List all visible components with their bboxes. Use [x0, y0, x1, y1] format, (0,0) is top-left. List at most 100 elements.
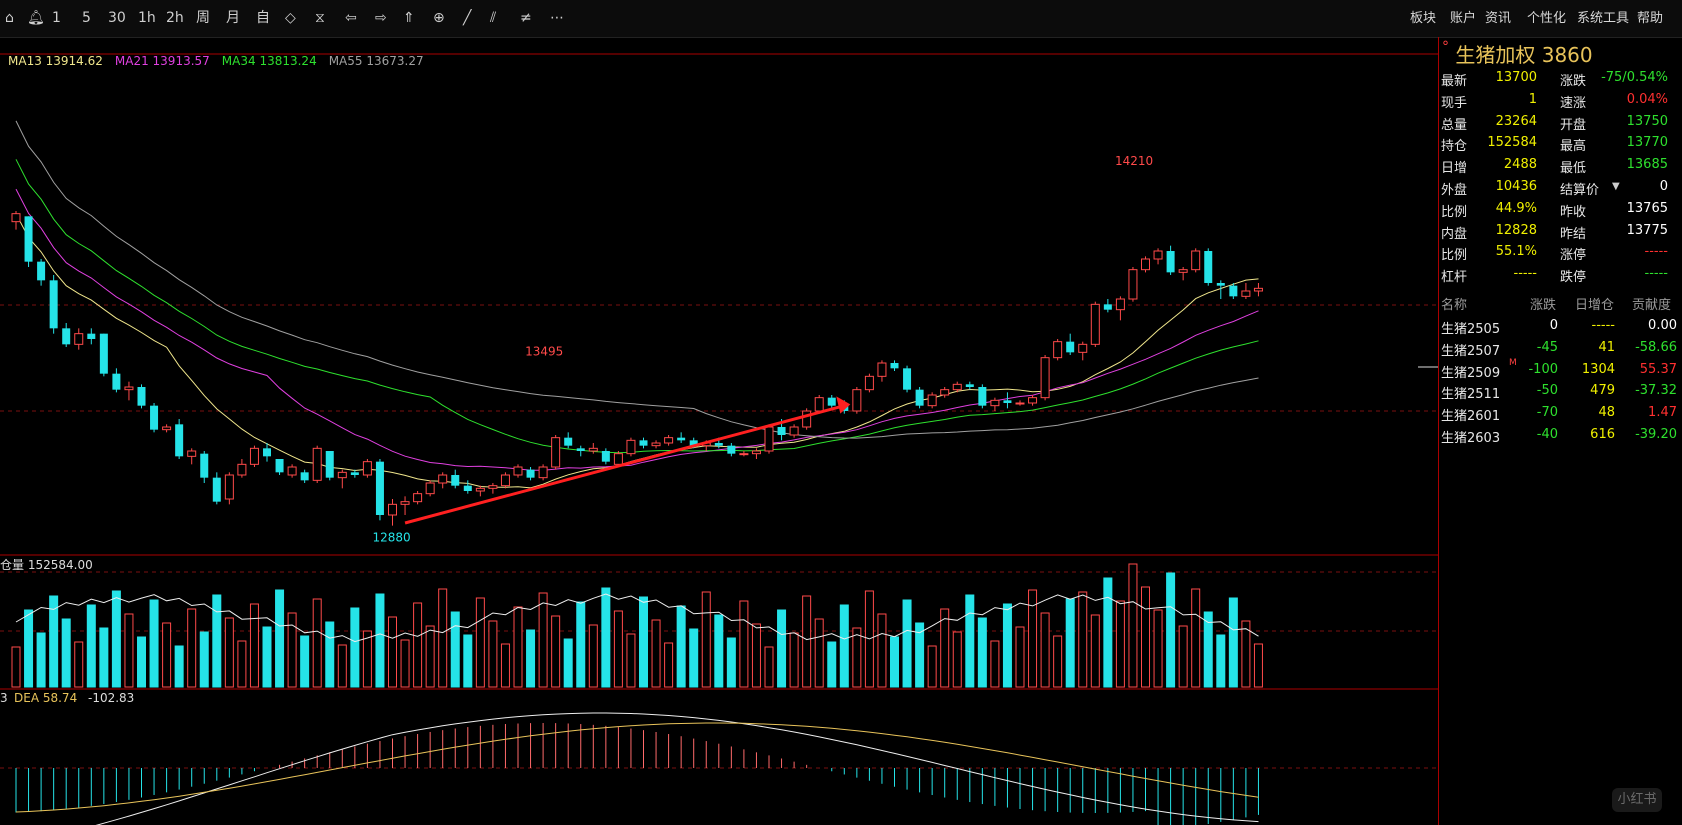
candle [927, 392, 937, 409]
candle [362, 459, 372, 478]
oi-bar [1203, 611, 1213, 688]
candle [287, 464, 297, 478]
oi-bar [664, 642, 674, 688]
contract-cell: 生猪2601 [1441, 409, 1501, 425]
contract-cell: -100 [1528, 361, 1558, 377]
period-1h[interactable]: 1h [138, 0, 156, 37]
candle [626, 437, 636, 457]
oi-bar [839, 604, 849, 688]
oi-bar [500, 643, 510, 688]
high-label: 14210 [1115, 154, 1153, 168]
quote-label: 涨停 [1560, 248, 1587, 264]
contract-title-text: 生猪加权 3860 [1455, 43, 1593, 67]
contract-header: 日增仓 [1575, 298, 1615, 313]
quote-label: 昨收 [1560, 204, 1587, 220]
oi-bar [149, 599, 159, 688]
house-icon[interactable]: ⌂ [5, 0, 14, 37]
chevrons-up-icon[interactable]: ⇑ [403, 0, 415, 37]
arrow-left-icon[interactable]: ⇦ [345, 0, 357, 37]
oi-bar [1166, 572, 1176, 688]
contract-cell: 0 [1549, 318, 1558, 333]
candle [200, 451, 209, 483]
quote-label: 比例 [1441, 248, 1468, 264]
line-icon[interactable]: ╱ [463, 0, 471, 37]
period-月[interactable]: 月 [226, 0, 240, 37]
oi-bar [639, 596, 648, 688]
candle [639, 437, 648, 449]
dropdown-icon[interactable]: ▼ [1612, 181, 1620, 192]
candle [1253, 283, 1263, 297]
menu-item-2[interactable]: 资讯 [1485, 0, 1511, 37]
crosshair-icon[interactable]: ⊕ [433, 0, 445, 37]
candle [1204, 248, 1213, 286]
low-label: 12880 [373, 531, 411, 545]
candle [852, 387, 862, 414]
oi-bar [1015, 626, 1025, 688]
hourglass-icon[interactable]: ⧖ [315, 0, 325, 37]
double-line-icon[interactable]: ≠ [520, 0, 532, 37]
menu-item-0[interactable]: 板块 [1410, 0, 1436, 37]
oi-bar [890, 636, 899, 688]
candle [49, 275, 58, 334]
quote-value: 0 [1659, 179, 1668, 194]
candle [137, 384, 146, 409]
candle [551, 435, 561, 470]
oi-bar [576, 601, 586, 688]
kline-chart[interactable]: 14210 13495 12880 仓量 152584.00 3 DEA 58.74 -10… [0, 37, 1438, 825]
ma-legend-2: MA34 13813.24 [221, 54, 317, 68]
quote-label: 杠杆 [1441, 270, 1468, 286]
candle [224, 472, 234, 505]
menu-item-3[interactable]: 个性化 [1527, 0, 1566, 37]
favorite-icon[interactable]: ° [1442, 39, 1449, 55]
period-自[interactable]: 自 [256, 0, 270, 37]
oi-bar [124, 613, 134, 688]
quote-value: 13775 [1626, 222, 1668, 238]
oi-bar [1115, 600, 1125, 688]
menu-item-5[interactable]: 帮助 [1637, 0, 1663, 37]
period-30[interactable]: 30 [108, 0, 126, 37]
arrow-right-icon[interactable]: ⇨ [375, 0, 387, 37]
contract-cell: 48 [1598, 405, 1615, 421]
oi-bar [551, 615, 561, 688]
diamond-icon[interactable]: ◇ [285, 0, 296, 37]
menu-item-4[interactable]: 系统工具 [1577, 0, 1629, 37]
oi-bar [526, 629, 536, 688]
candle [576, 445, 585, 457]
quote-label: 日增 [1441, 161, 1468, 177]
contract-cell: 479 [1590, 383, 1615, 399]
oi-bar [613, 610, 623, 688]
candle [990, 397, 1000, 411]
ma34-line [15, 159, 1259, 454]
candle [827, 395, 836, 409]
oi-bar [388, 616, 397, 688]
ma-legend-0: MA13 13914.62 [8, 54, 103, 68]
period-2h[interactable]: 2h [166, 0, 184, 37]
more-icon[interactable]: ⋯ [550, 0, 564, 37]
candle [877, 360, 887, 382]
contract-cell: 41 [1598, 339, 1615, 355]
quote-value: 0.04% [1626, 91, 1668, 107]
candle [651, 440, 661, 449]
period-周[interactable]: 周 [196, 0, 210, 37]
candle [978, 384, 987, 409]
candle [677, 432, 686, 443]
oi-bar [764, 646, 774, 688]
oi-bar [1002, 603, 1012, 688]
contract-cell: 生猪2505 [1441, 322, 1501, 337]
oi-bar [1191, 588, 1201, 688]
oi-bar [438, 588, 448, 688]
menu-item-1[interactable]: 账户 [1450, 0, 1476, 37]
parallel-icon[interactable]: ⫽ [490, 0, 496, 37]
candle [488, 483, 498, 494]
bell-icon[interactable]: 🔔︎ [27, 0, 45, 37]
candle [965, 381, 974, 390]
candle [903, 365, 912, 393]
candle [915, 387, 924, 409]
top-toolbar: ⌂ 🔔︎ 1 5 30 1h 2h 周月自 ◇ ⧖ ⇦ ⇨ ⇑ ⊕ ╱ ⫽ ≠ ⋯ 板块 账户 资讯 个性化 系统工具 帮助 [0, 0, 1682, 38]
watermark: 小红书 [1612, 788, 1662, 812]
contract-cell: -40 [1536, 427, 1558, 442]
period-1[interactable]: 1 [52, 0, 61, 37]
oi-bar [802, 595, 812, 688]
period-5[interactable]: 5 [82, 0, 91, 37]
oi-bar [513, 606, 523, 688]
